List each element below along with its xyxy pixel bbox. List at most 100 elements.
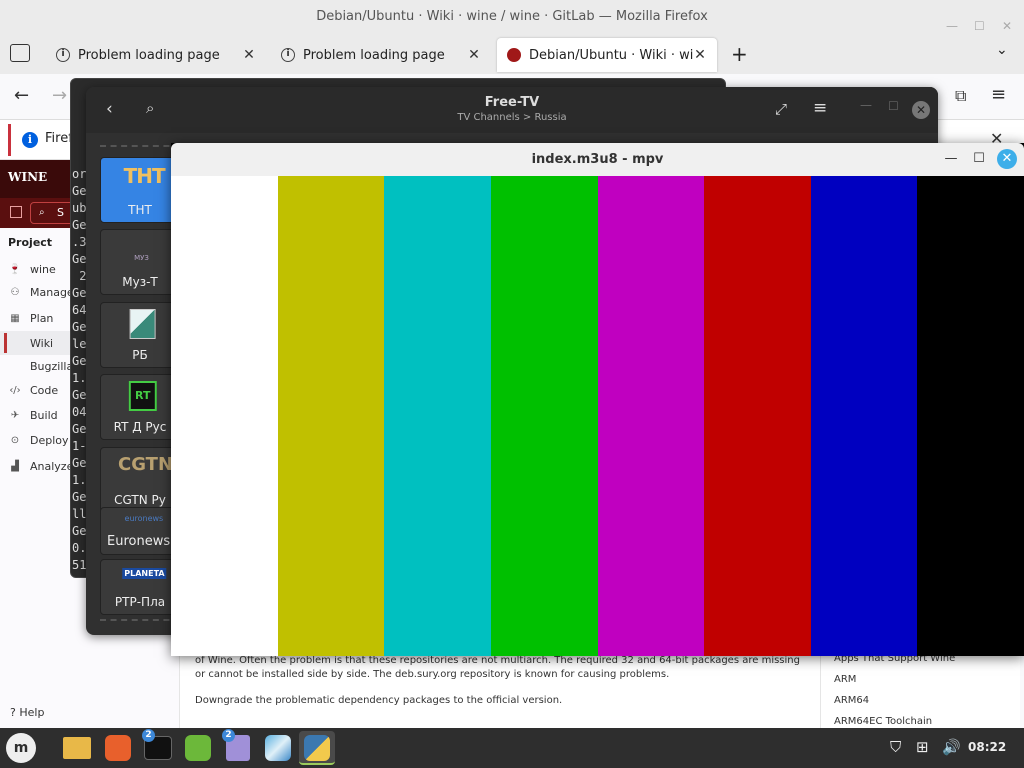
divider — [100, 619, 180, 621]
deploy-icon: ⊙ — [10, 434, 20, 446]
mint-menu-icon[interactable]: m — [6, 733, 36, 763]
sidebar-item-label: Manage — [30, 285, 74, 299]
taskbar-text-editor[interactable]: 2 — [220, 729, 256, 765]
help-label: Help — [19, 706, 45, 719]
maximize-icon[interactable]: ☐ — [888, 99, 899, 113]
wine-favicon-icon — [507, 48, 521, 62]
rocket-icon: ✈ — [10, 409, 20, 421]
wiki-page-link[interactable]: ARM — [834, 674, 856, 685]
clock[interactable]: 08:22 — [968, 740, 1006, 754]
new-tab-icon[interactable]: + — [731, 42, 748, 66]
planeta-logo: PLANETA — [122, 568, 167, 579]
freetv-title: Free-TV — [484, 95, 540, 110]
info-icon: i — [56, 48, 70, 62]
taskbar-app-generic[interactable] — [260, 731, 296, 765]
channel-label: РТР-Пла — [114, 595, 166, 609]
sidebar-item-label: Wiki — [30, 336, 54, 350]
cgtn-logo: CGTN — [117, 454, 174, 475]
extensions-icon[interactable]: ⧉ — [955, 86, 966, 106]
app-menu-icon[interactable]: ≡ — [991, 84, 1006, 105]
color-bar — [597, 176, 705, 656]
sidebar-toggle-icon[interactable] — [10, 206, 22, 218]
channel-tile-rbk[interactable]: РБ — [100, 302, 180, 368]
taskbar-update-manager[interactable] — [180, 731, 216, 765]
tab-list-chevron-icon[interactable]: ⌄ — [996, 42, 1008, 58]
help-icon: ? — [10, 706, 16, 719]
color-bar — [917, 176, 1024, 656]
minimize-icon[interactable]: — — [941, 149, 961, 169]
channel-label: ТНТ — [128, 203, 152, 217]
help-link[interactable]: ? Help — [10, 706, 44, 719]
channel-tile-rt-doc[interactable]: RT RT Д Рус — [100, 374, 180, 440]
window-count-badge: 2 — [222, 729, 235, 742]
taskbar-firefox[interactable] — [100, 731, 136, 765]
minimize-icon[interactable]: — — [860, 98, 872, 112]
channel-label: Муз-Т — [122, 275, 158, 289]
channel-label: RT Д Рус — [113, 420, 167, 434]
close-icon[interactable]: ✕ — [997, 149, 1017, 169]
code-icon: ‹/› — [9, 384, 21, 396]
app-icon — [265, 735, 291, 761]
channel-tile-tnt[interactable]: ТНТ ТНТ — [100, 157, 180, 223]
sidebar-item-label: Plan — [30, 311, 54, 325]
taskbar-python-app[interactable] — [299, 731, 335, 765]
channel-tile-muz-tv[interactable]: МУЗ Муз-Т — [100, 229, 180, 295]
mpv-title: index.m3u8 - mpv — [531, 152, 664, 167]
fullscreen-icon[interactable]: ⤢ — [775, 100, 787, 118]
channel-tile-euronews[interactable]: euronews Euronews — [100, 507, 180, 555]
tab-debian-ubuntu-wiki[interactable]: Debian/Ubuntu · Wiki · wine ✕ — [497, 38, 717, 72]
back-arrow-icon[interactable]: ← — [14, 85, 29, 106]
shield-tray-icon[interactable]: ⛉ — [890, 738, 901, 756]
close-icon[interactable]: ✕ — [912, 101, 930, 119]
color-bar — [277, 176, 385, 656]
firefox-view-icon[interactable] — [10, 44, 30, 62]
section-label: Project — [8, 236, 53, 249]
tab-close-icon[interactable]: ✕ — [242, 47, 256, 63]
channel-tile-rtr-planeta[interactable]: PLANETA РТР-Пла — [100, 559, 180, 615]
wiki-page-link[interactable]: ARM64 — [834, 695, 869, 706]
volume-icon[interactable]: 🔊 — [942, 738, 961, 756]
window-title: Debian/Ubuntu · Wiki · wine / wine · Git… — [316, 9, 708, 24]
color-bar — [704, 176, 811, 656]
euronews-logo: euronews — [124, 514, 164, 523]
sidebar-item-label: Code — [30, 383, 59, 397]
sidebar-item-label: Analyze — [30, 459, 74, 473]
channel-tile-cgtn[interactable]: CGTN CGTN Ру — [100, 447, 180, 513]
forward-arrow-icon[interactable]: → — [52, 85, 67, 106]
network-icon[interactable]: ⊞ — [916, 738, 929, 756]
wiki-paragraph: of Wine. Often the problem is that these… — [195, 655, 800, 680]
video-area[interactable] — [171, 176, 1024, 656]
notification-accent — [8, 124, 11, 156]
sidebar-item-label: wine — [30, 262, 56, 276]
tab-problem-loading-1[interactable]: i Problem loading page ✕ — [46, 38, 266, 72]
freetv-breadcrumb: TV Channels > Russia — [457, 112, 567, 123]
tab-close-icon[interactable]: ✕ — [693, 47, 707, 63]
taskbar-terminal[interactable]: 2 — [140, 729, 176, 765]
mpv-titlebar: index.m3u8 - mpv — ☐ ✕ — [171, 143, 1024, 176]
sidebar-item-label: Bugzilla — [30, 359, 74, 373]
python-icon — [304, 735, 330, 761]
divider — [820, 650, 821, 728]
tab-label: Problem loading page — [78, 47, 220, 63]
firefox-icon — [105, 735, 131, 761]
window-count-badge: 2 — [142, 729, 155, 742]
search-text: S — [57, 206, 64, 219]
menu-icon[interactable]: ≡ — [813, 98, 827, 118]
taskbar-files[interactable] — [59, 731, 95, 765]
folder-icon — [63, 737, 91, 759]
freetv-headerbar: ‹ ⌕ Free-TV TV Channels > Russia ⤢ ≡ — ☐… — [86, 87, 938, 133]
wiki-page-link[interactable]: ARM64EC Toolchain — [834, 716, 932, 727]
chart-icon: ▟ — [11, 460, 19, 472]
tab-close-icon[interactable]: ✕ — [467, 47, 481, 63]
tnt-logo: ТНТ — [123, 164, 166, 188]
channel-label: CGTN Ру — [114, 493, 166, 507]
tab-label: Debian/Ubuntu · Wiki · wine — [529, 47, 693, 63]
notification-text: Firef — [45, 131, 73, 146]
shield-icon — [185, 735, 211, 761]
sidebar-item-label: Build — [30, 408, 58, 422]
color-bar — [384, 176, 491, 656]
users-icon: ⚇ — [10, 286, 20, 298]
maximize-icon[interactable]: ☐ — [969, 149, 989, 169]
divider — [100, 145, 180, 147]
tab-problem-loading-2[interactable]: i Problem loading page ✕ — [271, 38, 491, 72]
